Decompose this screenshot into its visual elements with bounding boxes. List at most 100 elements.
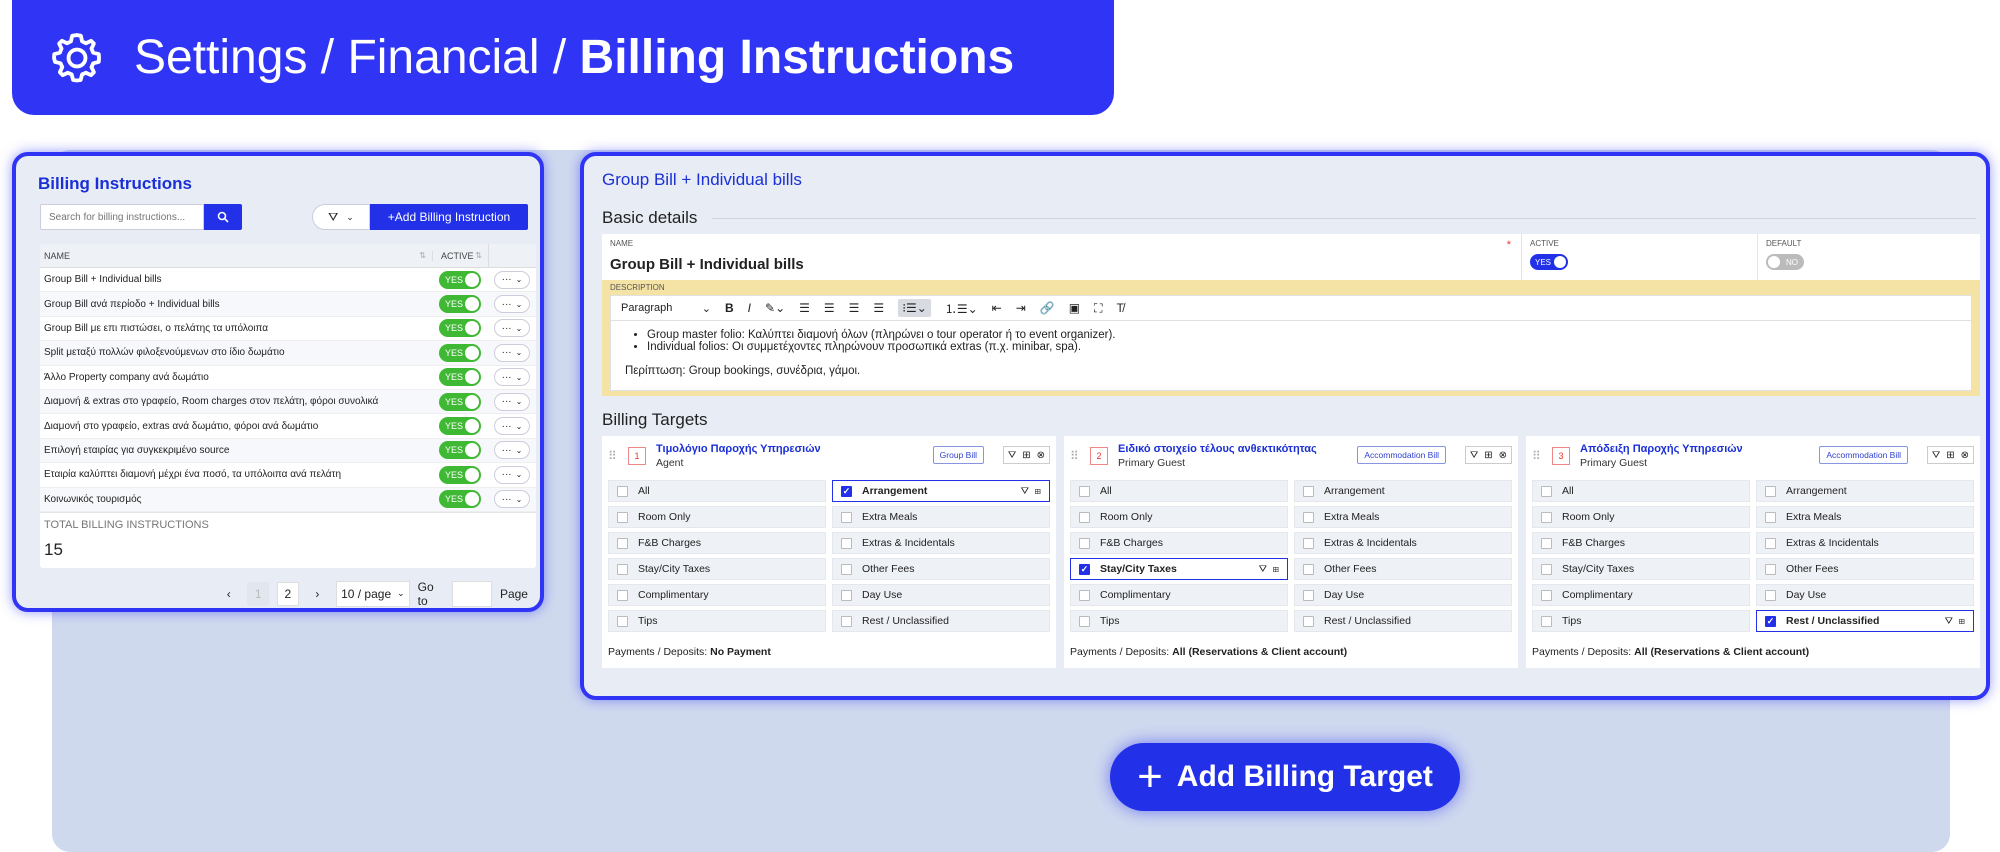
- search-button[interactable]: [204, 204, 242, 230]
- category-checkbox[interactable]: Extras & Incidentals: [1294, 532, 1512, 554]
- category-checkbox[interactable]: Room Only: [1070, 506, 1288, 528]
- category-checkbox[interactable]: F&B Charges: [1532, 532, 1750, 554]
- table-row[interactable]: Διαμονή & extras στο γραφείο, Room charg…: [40, 389, 536, 415]
- active-toggle[interactable]: YES: [1530, 254, 1568, 270]
- outdent-icon[interactable]: ⇤: [992, 301, 1002, 315]
- table-row[interactable]: Group Bill + Individual bills YES ··· ⌄: [40, 268, 536, 293]
- category-checkbox[interactable]: Tips: [608, 610, 826, 632]
- active-toggle[interactable]: YES: [439, 368, 481, 387]
- italic-button[interactable]: I: [748, 301, 751, 315]
- category-checkbox[interactable]: Other Fees: [832, 558, 1050, 580]
- clear-format-icon[interactable]: T̸: [1116, 301, 1123, 315]
- justify-icon[interactable]: ☰: [873, 301, 884, 315]
- page-size-select[interactable]: 10 / page ⌄: [336, 580, 410, 607]
- category-checkbox[interactable]: F&B Charges: [608, 532, 826, 554]
- category-checkbox[interactable]: Room Only: [1532, 506, 1750, 528]
- table-row[interactable]: Split μεταξύ πολλών φιλοξενούμενων στο ί…: [40, 341, 536, 366]
- category-checkbox[interactable]: All: [1532, 480, 1750, 502]
- row-actions-button[interactable]: ··· ⌄: [494, 319, 530, 338]
- add-billing-target-button[interactable]: + Add Billing Target: [1110, 743, 1460, 811]
- filter-icon[interactable]: ⛛ ⊞: [1945, 616, 1965, 627]
- description-editor[interactable]: Group master folio: Καλύπτει διαμονή όλω…: [610, 321, 1972, 391]
- row-actions-button[interactable]: ··· ⌄: [494, 441, 530, 460]
- fullscreen-icon[interactable]: ⛶: [1094, 301, 1102, 316]
- next-page-button[interactable]: ›: [307, 582, 328, 606]
- category-checkbox[interactable]: Complimentary: [608, 584, 826, 606]
- category-checkbox[interactable]: ✓ Arrangement ⛛ ⊞: [832, 480, 1050, 502]
- column-active-header[interactable]: ACTIVE ⇅: [432, 250, 488, 261]
- media-icon[interactable]: ▣: [1069, 301, 1080, 315]
- column-name-header[interactable]: NAME ⇅: [40, 251, 432, 261]
- drag-handle-icon[interactable]: ⠿: [1070, 449, 1084, 463]
- filter-icon[interactable]: ⛛: [1932, 450, 1940, 461]
- remove-icon[interactable]: ⊗: [1499, 450, 1507, 461]
- table-row[interactable]: Επιλογή εταιρίας για συγκεκριμένο source…: [40, 438, 536, 464]
- row-actions-button[interactable]: ··· ⌄: [494, 270, 530, 289]
- remove-icon[interactable]: ⊗: [1961, 450, 1969, 461]
- active-toggle[interactable]: YES: [439, 319, 481, 338]
- filter-icon[interactable]: ⛛: [1008, 450, 1016, 461]
- table-row[interactable]: Group Bill με επι πιστώσει, ο πελάτης τα…: [40, 317, 536, 342]
- bullet-list-icon[interactable]: ⁝☰⌄: [898, 299, 931, 317]
- page-2-button[interactable]: 2: [276, 581, 299, 606]
- filter-icon[interactable]: ⛛ ⊞: [1021, 486, 1041, 497]
- category-checkbox[interactable]: Arrangement: [1294, 480, 1512, 502]
- goto-page-input[interactable]: [451, 580, 492, 607]
- active-toggle[interactable]: YES: [439, 270, 481, 289]
- category-checkbox[interactable]: Arrangement: [1756, 480, 1974, 502]
- category-checkbox[interactable]: Stay/City Taxes: [1532, 558, 1750, 580]
- category-checkbox[interactable]: Extra Meals: [1756, 506, 1974, 528]
- search-input[interactable]: [40, 204, 204, 230]
- category-checkbox[interactable]: Rest / Unclassified: [832, 610, 1050, 632]
- category-checkbox[interactable]: Rest / Unclassified: [1294, 610, 1512, 632]
- grid-icon[interactable]: ⊞: [1022, 450, 1030, 461]
- paragraph-select[interactable]: Paragraph ⌄: [621, 302, 711, 315]
- active-toggle[interactable]: YES: [439, 392, 481, 411]
- table-row[interactable]: Κοινωνικός τουρισμός YES ··· ⌄: [40, 487, 536, 512]
- filter-icon[interactable]: ⛛ ⊞: [1259, 564, 1279, 575]
- grid-icon[interactable]: ⊞: [1484, 450, 1492, 461]
- category-checkbox[interactable]: All: [1070, 480, 1288, 502]
- table-row[interactable]: Εταιρία καλύπτει διαμονή μέχρι ένα ποσό,…: [40, 463, 536, 488]
- table-row[interactable]: Group Bill ανά περίοδο + Individual bill…: [40, 292, 536, 317]
- table-row[interactable]: Διαμονή στο γραφείο, extras ανά δωμάτιο,…: [40, 414, 536, 439]
- row-actions-button[interactable]: ··· ⌄: [494, 392, 530, 411]
- align-right-icon[interactable]: ☰: [849, 301, 860, 315]
- category-checkbox[interactable]: Tips: [1070, 610, 1288, 632]
- drag-handle-icon[interactable]: ⠿: [608, 449, 622, 463]
- default-toggle[interactable]: NO: [1766, 254, 1804, 270]
- row-actions-button[interactable]: ··· ⌄: [494, 343, 530, 362]
- filter-dropdown[interactable]: ⛛ ⌄: [312, 204, 370, 230]
- row-actions-button[interactable]: ··· ⌄: [494, 368, 530, 387]
- category-checkbox[interactable]: Tips: [1532, 610, 1750, 632]
- active-toggle[interactable]: YES: [439, 295, 481, 314]
- active-toggle[interactable]: YES: [439, 417, 481, 436]
- category-checkbox[interactable]: Extra Meals: [832, 506, 1050, 528]
- align-left-icon[interactable]: ☰: [799, 301, 810, 315]
- indent-icon[interactable]: ⇥: [1016, 301, 1026, 315]
- row-actions-button[interactable]: ··· ⌄: [494, 465, 530, 484]
- category-checkbox[interactable]: ✓ Rest / Unclassified ⛛ ⊞: [1756, 610, 1974, 632]
- category-checkbox[interactable]: F&B Charges: [1070, 532, 1288, 554]
- name-field[interactable]: NAME * Group Bill + Individual bills: [602, 234, 1522, 280]
- category-checkbox[interactable]: Day Use: [1756, 584, 1974, 606]
- numbered-list-icon[interactable]: ⒈☰⌄: [945, 300, 978, 317]
- category-checkbox[interactable]: Other Fees: [1294, 558, 1512, 580]
- category-checkbox[interactable]: Extras & Incidentals: [832, 532, 1050, 554]
- remove-icon[interactable]: ⊗: [1037, 450, 1045, 461]
- category-checkbox[interactable]: Day Use: [832, 584, 1050, 606]
- category-checkbox[interactable]: Other Fees: [1756, 558, 1974, 580]
- category-checkbox[interactable]: Room Only: [608, 506, 826, 528]
- prev-page-button[interactable]: ‹: [218, 582, 239, 606]
- bold-button[interactable]: B: [725, 301, 734, 315]
- category-checkbox[interactable]: All: [608, 480, 826, 502]
- active-toggle[interactable]: YES: [439, 465, 481, 484]
- highlight-icon[interactable]: ✎⌄: [765, 301, 785, 315]
- add-billing-instruction-button[interactable]: +Add Billing Instruction: [370, 204, 528, 230]
- category-checkbox[interactable]: Complimentary: [1532, 584, 1750, 606]
- row-actions-button[interactable]: ··· ⌄: [494, 295, 530, 314]
- category-checkbox[interactable]: Day Use: [1294, 584, 1512, 606]
- active-toggle[interactable]: YES: [439, 343, 481, 362]
- grid-icon[interactable]: ⊞: [1946, 450, 1954, 461]
- category-checkbox[interactable]: Extra Meals: [1294, 506, 1512, 528]
